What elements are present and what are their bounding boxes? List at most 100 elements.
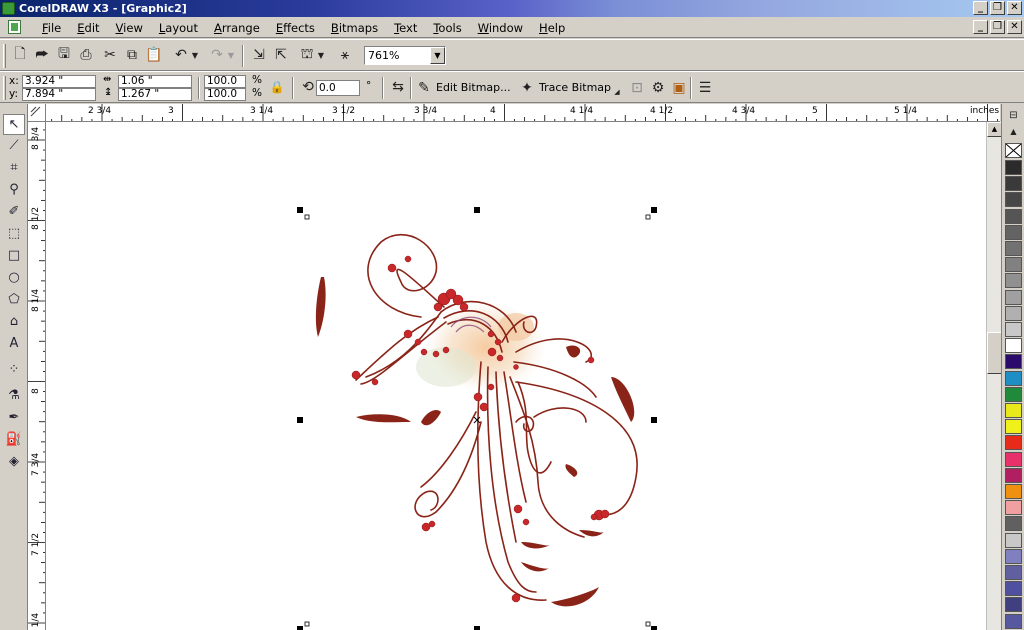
zoom-dropdown-icon[interactable]: ▼	[430, 47, 445, 64]
no-color-swatch[interactable]	[1005, 143, 1022, 158]
ruler-origin[interactable]	[28, 104, 46, 122]
open-icon[interactable]: ⮫	[31, 44, 53, 66]
color-swatch[interactable]	[1005, 370, 1022, 386]
redo-icon[interactable]: ↷	[206, 44, 228, 66]
undo-dropdown-icon[interactable]: ▼	[190, 44, 200, 66]
color-swatch[interactable]	[1005, 565, 1022, 580]
fill-tool-icon[interactable]: ⛽	[3, 429, 25, 450]
import-icon[interactable]: ⇲	[248, 44, 270, 66]
menu-text[interactable]: Text	[386, 20, 425, 36]
menu-layout[interactable]: Layout	[151, 20, 206, 36]
menu-effects[interactable]: Effects	[268, 20, 323, 36]
resample-icon[interactable]: ⚙	[647, 77, 669, 99]
new-document-icon[interactable]: 🗋	[9, 44, 31, 66]
menu-help[interactable]: Help	[531, 20, 573, 36]
edit-bitmap-button[interactable]: Edit Bitmap...	[436, 78, 511, 98]
y-position-field[interactable]: 7.894 "	[22, 88, 96, 101]
bitmap-color-mask-icon[interactable]: ▣	[668, 77, 690, 99]
color-swatch[interactable]	[1005, 354, 1022, 370]
height-field[interactable]: 1.267 "	[118, 88, 192, 101]
color-swatch[interactable]	[1005, 484, 1022, 499]
close-button[interactable]: ✕	[1007, 1, 1022, 15]
menu-arrange[interactable]: Arrange	[206, 20, 268, 36]
color-swatch[interactable]	[1005, 451, 1022, 467]
edit-bitmap-icon[interactable]: ✎	[413, 77, 435, 99]
ellipse-tool-icon[interactable]: ○	[3, 267, 25, 288]
doc-restore-button[interactable]: ❐	[990, 20, 1005, 34]
color-swatch[interactable]	[1005, 613, 1022, 629]
paste-icon[interactable]: 📋	[143, 44, 165, 66]
maximize-button[interactable]: ❐	[990, 1, 1005, 15]
redo-dropdown-icon[interactable]: ▼	[226, 44, 236, 66]
lock-ratio-icon[interactable]: 🔒	[266, 76, 288, 98]
color-swatch[interactable]	[1005, 192, 1022, 208]
freehand-tool-icon[interactable]: ✐	[3, 201, 25, 222]
undo-icon[interactable]: ↶	[170, 44, 192, 66]
color-swatch[interactable]	[1005, 597, 1022, 613]
horizontal-ruler[interactable]: 2 3/4 3 3 1/4 3 1/2 3 3/4 4 4 1/4 4 1/2 4 3/4 5 5 …	[46, 104, 1000, 122]
pick-tool-icon[interactable]: ↖	[3, 114, 25, 135]
menu-window[interactable]: Window	[470, 20, 531, 36]
color-swatch[interactable]	[1005, 289, 1022, 305]
crop-bitmap-icon[interactable]: ⊡	[626, 77, 648, 99]
scale-y-field[interactable]: 100.0	[204, 88, 246, 101]
color-swatch[interactable]	[1005, 176, 1022, 192]
color-swatch[interactable]	[1005, 435, 1022, 451]
interactive-fill-tool-icon[interactable]: ◈	[3, 451, 25, 472]
color-swatch[interactable]	[1005, 532, 1022, 548]
text-tool-icon[interactable]: A	[3, 333, 25, 354]
color-swatch[interactable]	[1005, 257, 1022, 273]
eyedropper-tool-icon[interactable]: ⚗	[3, 385, 25, 406]
vertical-scrollbar[interactable]: ▲	[986, 122, 1002, 630]
drawing-canvas[interactable]	[46, 122, 986, 630]
print-icon[interactable]: ⎙	[75, 44, 97, 66]
trace-bitmap-button[interactable]: Trace Bitmap	[539, 78, 611, 98]
color-swatch[interactable]	[1005, 467, 1022, 483]
smart-fill-tool-icon[interactable]: ⬚	[3, 223, 25, 244]
rotation-field[interactable]: 0.0	[316, 80, 360, 96]
zoom-level-select[interactable]: 761% ▼	[364, 46, 446, 65]
scroll-up-icon[interactable]: ▲	[987, 122, 1002, 137]
scale-x-field[interactable]: 100.0	[204, 75, 246, 88]
save-icon[interactable]: 🖫	[53, 44, 75, 66]
color-swatch[interactable]	[1005, 581, 1022, 597]
mirror-icon[interactable]: ⇆	[387, 76, 409, 98]
coreldraw-app-icon[interactable]	[2, 2, 15, 15]
color-swatch[interactable]	[1005, 322, 1022, 337]
export-icon[interactable]: ⇱	[270, 44, 292, 66]
minimize-button[interactable]: _	[973, 1, 988, 15]
wrap-text-icon[interactable]: ☰	[694, 77, 716, 99]
launcher-dropdown-icon[interactable]: ▼	[316, 44, 326, 66]
application-launcher-icon[interactable]: ⛫	[296, 44, 318, 66]
rectangle-tool-icon[interactable]: □	[3, 245, 25, 266]
phoenix-bitmap[interactable]	[46, 122, 986, 630]
color-swatch[interactable]	[1005, 403, 1022, 418]
document-icon[interactable]	[8, 20, 21, 34]
menu-file[interactable]: File	[34, 20, 69, 36]
crop-tool-icon[interactable]: ⌗	[3, 157, 25, 178]
menu-edit[interactable]: Edit	[69, 20, 107, 36]
menu-view[interactable]: View	[108, 20, 151, 36]
cut-icon[interactable]: ✂	[99, 44, 121, 66]
welcome-screen-icon[interactable]: ⚹	[334, 44, 356, 66]
color-swatch[interactable]	[1005, 160, 1022, 175]
color-swatch[interactable]	[1005, 500, 1022, 516]
trace-bitmap-icon[interactable]: ✦	[516, 77, 538, 99]
x-position-field[interactable]: 3.924 "	[22, 75, 96, 88]
doc-minimize-button[interactable]: _	[973, 20, 988, 34]
doc-close-button[interactable]: ✕	[1007, 20, 1022, 34]
color-swatch[interactable]	[1005, 208, 1022, 224]
menu-tools[interactable]: Tools	[425, 20, 469, 36]
color-swatch[interactable]	[1005, 273, 1022, 289]
zoom-tool-icon[interactable]: ⚲	[3, 179, 25, 200]
menu-bitmaps[interactable]: Bitmaps	[323, 20, 386, 36]
outline-tool-icon[interactable]: ✒	[3, 407, 25, 428]
interactive-blend-tool-icon[interactable]: ⁘	[3, 359, 25, 380]
scroll-thumb[interactable]	[987, 332, 1002, 374]
toolbar-grip[interactable]	[3, 44, 6, 68]
color-swatch[interactable]	[1005, 338, 1022, 354]
color-swatch[interactable]	[1005, 224, 1022, 240]
color-swatch[interactable]	[1005, 419, 1022, 435]
color-swatch[interactable]	[1005, 305, 1022, 321]
trace-dropdown-icon[interactable]: ◢	[612, 81, 622, 103]
